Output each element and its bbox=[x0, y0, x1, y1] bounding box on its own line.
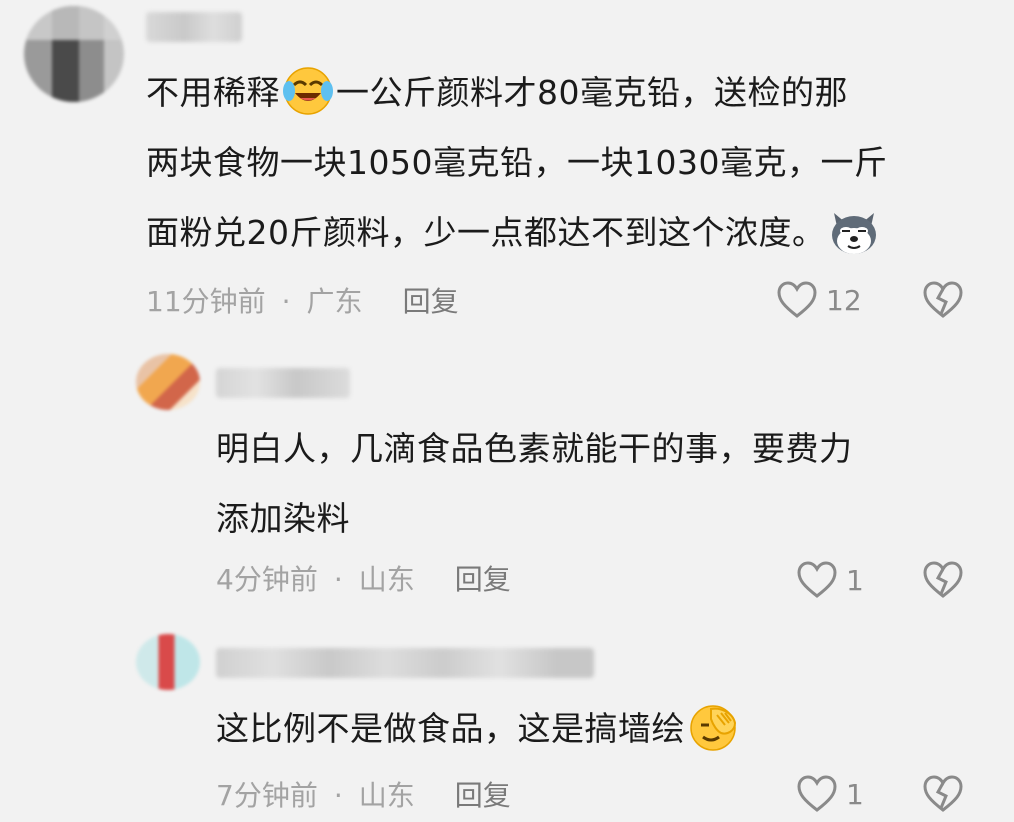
reply-button[interactable]: 回复 bbox=[403, 282, 459, 322]
heart-icon bbox=[797, 561, 837, 598]
heart-icon bbox=[797, 775, 837, 812]
facepalm-emoji bbox=[690, 704, 737, 751]
meta-separator: · bbox=[333, 779, 343, 812]
username-blurred[interactable] bbox=[216, 648, 594, 678]
like-count: 1 bbox=[846, 777, 864, 811]
comment-text: 不用稀释 一公斤颜料才80毫克铅，送检的那 两块食物一块1050毫克铅，一块103… bbox=[146, 58, 986, 268]
comment-meta: 7分钟前 · 山东 回复 bbox=[216, 776, 511, 816]
reply-button[interactable]: 回复 bbox=[455, 560, 511, 600]
meta-separator: · bbox=[333, 563, 343, 596]
like-button[interactable]: 1 bbox=[796, 558, 864, 602]
comment-line: 明白人，几滴食品色素就能干的事，要费力 bbox=[216, 429, 853, 468]
like-button[interactable]: 1 bbox=[796, 772, 864, 816]
comment-time: 7分钟前 bbox=[216, 779, 318, 812]
broken-heart-icon[interactable] bbox=[922, 560, 964, 600]
avatar[interactable] bbox=[136, 634, 200, 690]
comment-line: 不用稀释 一公斤颜料才80毫克铅，送检的那 bbox=[146, 58, 986, 128]
comment-line: 这比例不是做食品，这是搞墙绘 bbox=[216, 694, 976, 764]
broken-heart-icon[interactable] bbox=[922, 774, 964, 814]
broken-heart-icon[interactable] bbox=[922, 280, 964, 320]
avatar[interactable] bbox=[136, 354, 200, 410]
comment-text: 明白人，几滴食品色素就能干的事，要费力 添加染料 bbox=[216, 414, 976, 554]
like-count: 1 bbox=[846, 563, 864, 597]
comment-line: 两块食物一块1050毫克铅，一块1030毫克，一斤 bbox=[146, 143, 888, 182]
comment-meta: 4分钟前 · 山东 回复 bbox=[216, 560, 511, 600]
comment-location: 广东 bbox=[306, 285, 363, 318]
heart-icon bbox=[777, 281, 817, 318]
meta-separator: · bbox=[281, 285, 291, 318]
comment-text: 这比例不是做食品，这是搞墙绘 bbox=[216, 694, 976, 764]
comment-line: 面粉兑20斤颜料，少一点都达不到这个浓度。 bbox=[146, 198, 986, 268]
laugh-cry-emoji bbox=[283, 66, 333, 115]
comment-time: 11分钟前 bbox=[146, 285, 266, 318]
dog-emoji bbox=[831, 212, 876, 254]
avatar[interactable] bbox=[24, 6, 124, 102]
reply-button[interactable]: 回复 bbox=[455, 776, 511, 816]
comment-location: 山东 bbox=[358, 563, 415, 596]
username-blurred[interactable] bbox=[216, 368, 350, 398]
comment-line: 添加染料 bbox=[216, 499, 350, 538]
like-button[interactable]: 12 bbox=[776, 278, 862, 322]
comment-meta: 11分钟前 · 广东 回复 bbox=[146, 282, 459, 322]
like-count: 12 bbox=[826, 283, 862, 317]
comment-location: 山东 bbox=[358, 779, 415, 812]
comment-time: 4分钟前 bbox=[216, 563, 318, 596]
username-blurred[interactable] bbox=[146, 12, 242, 42]
